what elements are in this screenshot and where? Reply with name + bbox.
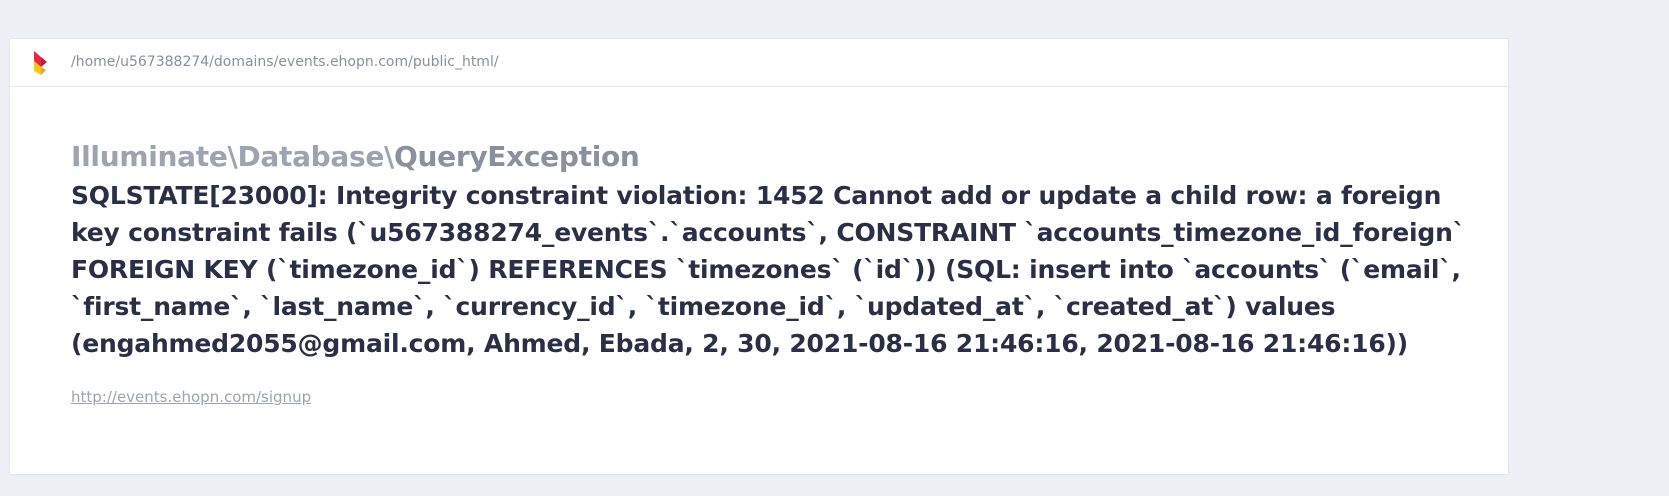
exception-message: SQLSTATE[23000]: Integrity constraint vi… xyxy=(71,181,1465,358)
app-path: /home/u567388274/domains/events.ehopn.co… xyxy=(71,54,499,70)
exception-content: Illuminate\Database\QueryException SQLST… xyxy=(71,139,1471,406)
request-url-link[interactable]: http://events.ehopn.com/signup xyxy=(71,388,311,406)
ignition-logo-icon[interactable] xyxy=(32,49,50,77)
error-card: /home/u567388274/domains/events.ehopn.co… xyxy=(9,38,1509,475)
top-bar: /home/u567388274/domains/events.ehopn.co… xyxy=(10,39,1508,87)
exception-class-name: QueryException xyxy=(394,140,640,173)
exception-class-prefix: Illuminate\Database\ xyxy=(71,140,394,173)
exception-class: Illuminate\Database\QueryException xyxy=(71,139,1471,175)
